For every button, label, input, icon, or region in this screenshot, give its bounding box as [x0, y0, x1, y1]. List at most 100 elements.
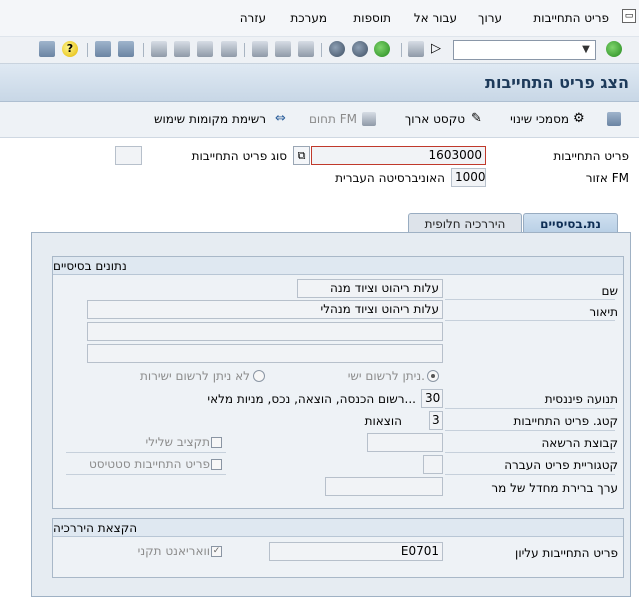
- description-label: תיאור: [589, 305, 618, 319]
- default-value-label: ערך ברירת מחדל של מר: [491, 481, 618, 495]
- radio-no-direct-posting[interactable]: [253, 370, 265, 382]
- statistical-item-checkbox[interactable]: [211, 459, 222, 470]
- toolbar-separator: [244, 43, 245, 57]
- row-divider: [445, 408, 615, 409]
- default-value-field[interactable]: [325, 477, 443, 496]
- fm-area-label: אזור FM: [585, 171, 629, 185]
- row-divider: [445, 474, 615, 475]
- print-icon[interactable]: [298, 41, 314, 57]
- tab-basic-data-label: נת.בסיסיים: [540, 217, 601, 231]
- superior-item-label: פריט התחייבות עליון: [515, 546, 618, 560]
- fm-area-button: תחום FM: [308, 112, 357, 126]
- category-label: קטג. פריט התחייבות: [513, 414, 618, 428]
- item-type-select-icon[interactable]: ⧉: [293, 146, 310, 165]
- radio-direct-posting-label: ניתן לרשום ישי.: [347, 369, 425, 383]
- menu-bar: ▭ פריט התחייבות ערוך עבור אל תוספות מערכ…: [0, 0, 639, 36]
- application-toolbar: ⚙ מסמכי שינוי ✎ טקסט ארוך תחום FM ⇔ רשימ…: [0, 102, 639, 138]
- auth-group-field[interactable]: [367, 433, 443, 452]
- menu-edit[interactable]: ערוך: [478, 11, 502, 25]
- description-value: עלות ריהוט וציוד מנהלי: [320, 302, 439, 316]
- description-field-1[interactable]: עלות ריהוט וציוד מנהלי: [87, 300, 443, 319]
- save-icon[interactable]: ▷: [431, 41, 447, 57]
- long-text-button[interactable]: טקסט ארוך: [405, 112, 465, 126]
- row-divider: [445, 320, 615, 321]
- chevron-down-icon[interactable]: ▼: [577, 41, 595, 59]
- transfer-cat-field[interactable]: [423, 455, 443, 474]
- name-label: שם: [601, 284, 618, 298]
- help-icon[interactable]: ?: [62, 41, 78, 57]
- menu-icon[interactable]: ▭: [622, 9, 636, 23]
- customize-layout-icon[interactable]: [39, 41, 55, 57]
- other-item-icon[interactable]: [607, 112, 621, 126]
- negative-budget-label: תקציב שלילי: [145, 435, 210, 449]
- item-type-field[interactable]: [115, 146, 142, 165]
- radio-no-direct-posting-label: לא ניתן לרשום ישירות: [139, 369, 250, 383]
- row-divider: [445, 299, 615, 300]
- description-field-3[interactable]: [87, 344, 443, 363]
- statistical-item-label: פריט התחייבות סטטיסט: [89, 457, 210, 471]
- toolbar-separator: [321, 43, 322, 57]
- find-next-icon[interactable]: [252, 41, 268, 57]
- shortcut-icon[interactable]: [95, 41, 111, 57]
- superior-item-field[interactable]: E0701: [269, 542, 443, 561]
- first-page-icon[interactable]: [221, 41, 237, 57]
- row-divider: [445, 452, 615, 453]
- basic-data-title-text: נתונים בסיסיים: [53, 259, 127, 273]
- negative-budget-checkbox[interactable]: [211, 437, 222, 448]
- name-value: עלות ריהוט וציוד מנה: [330, 281, 439, 295]
- item-type-label: סוג פריט התחייבות: [191, 149, 287, 163]
- title-bar: הצג פריט התחייבות: [0, 64, 639, 102]
- fm-area-value: 1000: [455, 170, 486, 184]
- hierarchy-title: הקצאת היררכיה: [53, 519, 623, 537]
- standard-toolbar: ▼ ▷ ?: [0, 36, 639, 64]
- back-icon[interactable]: [374, 41, 390, 57]
- change-docs-button[interactable]: מסמכי שינוי: [510, 112, 569, 126]
- toolbar-separator: [87, 43, 88, 57]
- fm-area-field[interactable]: 1000: [451, 168, 486, 187]
- usage-list-button[interactable]: רשימת מקומות שימוש: [154, 112, 266, 126]
- fin-trans-field[interactable]: 30: [421, 389, 443, 408]
- fin-trans-label: תנועה פיננסית: [544, 392, 618, 406]
- transfer-cat-label: קטגוריית פריט העברה: [504, 458, 618, 472]
- row-divider: [66, 474, 226, 475]
- find-icon[interactable]: [275, 41, 291, 57]
- previous-page-icon[interactable]: [197, 41, 213, 57]
- fin-trans-desc: רשום הכנסה, הוצאה, נכס, מניות מלאי...: [207, 392, 416, 406]
- auth-group-label: קבוצת הרשאה: [541, 436, 618, 450]
- hierarchy-title-text: הקצאת היררכיה: [53, 521, 138, 535]
- page-title: הצג פריט התחייבות: [485, 73, 629, 92]
- fm-area-icon: [362, 112, 376, 126]
- create-session-icon[interactable]: [118, 41, 134, 57]
- command-field[interactable]: ▼: [453, 40, 596, 60]
- usage-list-icon[interactable]: ⇔: [275, 112, 289, 126]
- commitment-item-value: 1603000: [428, 148, 482, 162]
- toolbar-separator: [401, 43, 402, 57]
- row-divider: [66, 452, 226, 453]
- toolbar-separator: [143, 43, 144, 57]
- commitment-item-label: פריט התחייבות: [553, 149, 629, 163]
- cancel-icon[interactable]: [329, 41, 345, 57]
- radio-direct-posting[interactable]: [427, 370, 439, 382]
- row-divider: [445, 430, 615, 431]
- menu-extras[interactable]: תוספות: [353, 11, 391, 25]
- menu-help[interactable]: עזרה: [240, 11, 266, 25]
- menu-goto[interactable]: עבור אל: [414, 11, 457, 25]
- commitment-item-field[interactable]: 1603000: [311, 146, 486, 165]
- standard-variant-checkbox[interactable]: ✓: [211, 546, 222, 557]
- change-docs-icon[interactable]: ⚙: [573, 112, 587, 126]
- category-field[interactable]: 3: [429, 411, 443, 430]
- enter-icon[interactable]: [606, 41, 622, 57]
- fm-area-desc: האוניברסיטה העברית: [335, 171, 445, 185]
- menu-system[interactable]: מערכת: [290, 11, 327, 25]
- name-field[interactable]: עלות ריהוט וציוד מנה: [297, 279, 443, 298]
- last-page-icon[interactable]: [151, 41, 167, 57]
- category-desc: הוצאות: [364, 414, 402, 428]
- fin-trans-value: 30: [425, 391, 441, 405]
- save-disk-icon[interactable]: [408, 41, 424, 57]
- menu-commitment-item[interactable]: פריט התחייבות: [533, 11, 609, 25]
- category-value: 3: [432, 413, 440, 427]
- pencil-icon[interactable]: ✎: [471, 112, 485, 126]
- next-page-icon[interactable]: [174, 41, 190, 57]
- description-field-2[interactable]: [87, 322, 443, 341]
- exit-icon[interactable]: [352, 41, 368, 57]
